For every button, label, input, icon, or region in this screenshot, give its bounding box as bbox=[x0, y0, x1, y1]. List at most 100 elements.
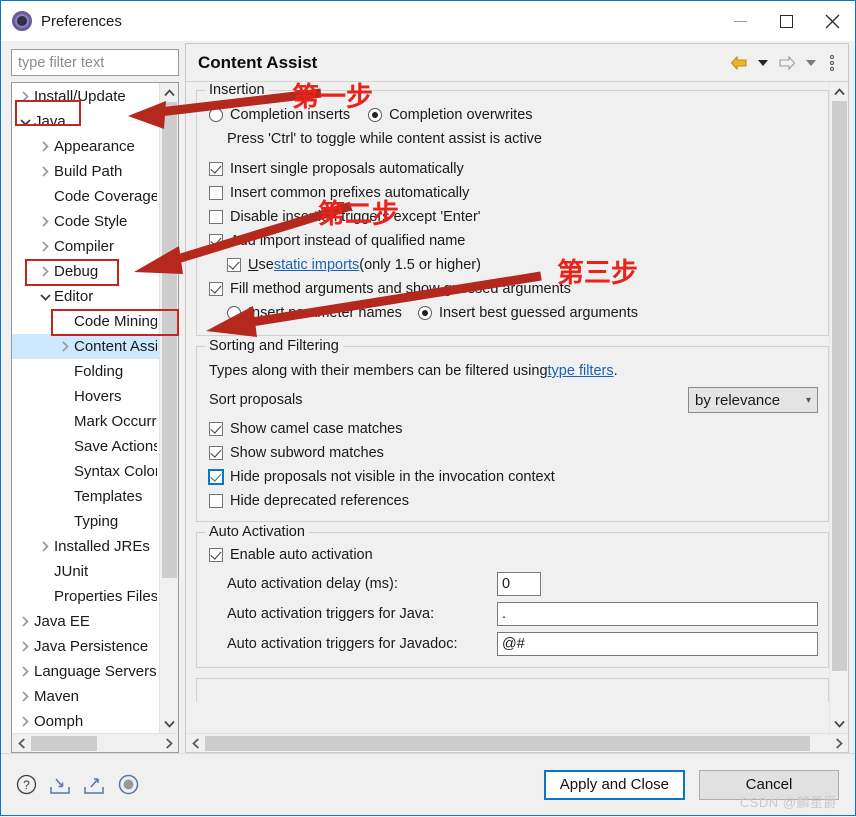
scroll-up-icon[interactable] bbox=[830, 82, 849, 101]
scroll-up-icon[interactable] bbox=[160, 83, 179, 102]
insert-single-proposals-checkbox[interactable] bbox=[209, 162, 223, 176]
help-icon[interactable]: ? bbox=[15, 774, 37, 796]
scroll-right-icon[interactable] bbox=[829, 734, 848, 753]
scroll-right-icon[interactable] bbox=[159, 734, 178, 753]
tree-item-debug[interactable]: Debug bbox=[12, 259, 159, 284]
tree-item-editor[interactable]: Editor bbox=[12, 284, 159, 309]
chevron-right-icon[interactable] bbox=[36, 141, 54, 152]
tree-item-compiler[interactable]: Compiler bbox=[12, 234, 159, 259]
close-icon[interactable] bbox=[809, 1, 855, 41]
view-menu-icon[interactable] bbox=[824, 50, 840, 76]
tree-item-java-persistence[interactable]: Java Persistence bbox=[12, 634, 159, 659]
disable-insertion-triggers-label: Disable insertion triggers except 'Enter… bbox=[230, 209, 481, 225]
tree-item-label: Appearance bbox=[54, 138, 135, 155]
javadoc-triggers-input[interactable]: @# bbox=[497, 632, 818, 656]
use-static-imports-checkbox[interactable] bbox=[227, 258, 241, 272]
back-arrow-icon[interactable] bbox=[728, 50, 750, 76]
maximize-icon[interactable] bbox=[763, 1, 809, 41]
insert-common-prefixes-checkbox[interactable] bbox=[209, 186, 223, 200]
page-vertical-scrollbar[interactable] bbox=[829, 82, 848, 733]
tree-item-folding[interactable]: Folding bbox=[12, 359, 159, 384]
apply-and-close-button[interactable]: Apply and Close bbox=[543, 769, 685, 800]
ctrl-toggle-hint: Press 'Ctrl' to toggle while content ass… bbox=[227, 131, 542, 147]
right-pane: Content Assist Insertion Completion inse… bbox=[185, 43, 855, 753]
tree-item-content-assist[interactable]: Content Assist bbox=[12, 334, 159, 359]
add-import-checkbox[interactable] bbox=[209, 234, 223, 248]
export-icon[interactable] bbox=[83, 774, 105, 796]
tree-item-typing[interactable]: Typing bbox=[12, 509, 159, 534]
cancel-button[interactable]: Cancel bbox=[699, 769, 839, 800]
tree-item-syntax-coloring[interactable]: Syntax Coloring bbox=[12, 459, 159, 484]
chevron-right-icon[interactable] bbox=[16, 716, 34, 727]
scroll-left-icon[interactable] bbox=[186, 734, 205, 753]
chevron-right-icon[interactable] bbox=[36, 266, 54, 277]
tree-item-templates[interactable]: Templates bbox=[12, 484, 159, 509]
chevron-right-icon[interactable] bbox=[36, 541, 54, 552]
preferences-tree[interactable]: Install/Update Java Appearance Build Path Co… bbox=[12, 83, 159, 733]
tree-item-java[interactable]: Java bbox=[12, 109, 159, 134]
chevron-down-icon[interactable] bbox=[36, 293, 54, 301]
hide-deprecated-checkbox[interactable] bbox=[209, 494, 223, 508]
tree-item-code-style[interactable]: Code Style bbox=[12, 209, 159, 234]
tree-horizontal-scrollbar[interactable] bbox=[12, 733, 178, 752]
tree-item-hovers[interactable]: Hovers bbox=[12, 384, 159, 409]
page-horizontal-scrollbar[interactable] bbox=[186, 733, 848, 752]
scroll-down-icon[interactable] bbox=[830, 714, 849, 733]
chevron-right-icon[interactable] bbox=[16, 91, 34, 102]
sort-proposals-combo[interactable]: by relevance ▾ bbox=[688, 387, 818, 413]
sort-proposals-value: by relevance bbox=[695, 391, 781, 409]
chevron-right-icon[interactable] bbox=[16, 641, 34, 652]
back-menu-chevron-down-icon[interactable] bbox=[752, 50, 774, 76]
tree-scroll-thumb[interactable] bbox=[161, 102, 177, 578]
type-filters-link[interactable]: type filters bbox=[548, 363, 614, 379]
tree-item-install-update[interactable]: Install/Update bbox=[12, 84, 159, 109]
minimize-icon[interactable] bbox=[717, 1, 763, 41]
tree-item-build-path[interactable]: Build Path bbox=[12, 159, 159, 184]
filter-input[interactable]: type filter text bbox=[11, 49, 179, 76]
chevron-right-icon[interactable] bbox=[36, 241, 54, 252]
hide-not-visible-checkbox[interactable] bbox=[209, 470, 223, 484]
forward-arrow-icon[interactable] bbox=[776, 50, 798, 76]
tree-hscroll-thumb[interactable] bbox=[31, 735, 97, 751]
tree-vertical-scrollbar[interactable] bbox=[159, 83, 178, 733]
completion-overwrites-radio[interactable] bbox=[368, 108, 383, 122]
completion-inserts-radio[interactable] bbox=[209, 108, 223, 122]
insert-best-guessed-radio[interactable] bbox=[417, 306, 432, 320]
auto-activation-delay-input[interactable]: 0 bbox=[497, 572, 541, 596]
tree-item-save-actions[interactable]: Save Actions bbox=[12, 434, 159, 459]
insert-parameter-names-radio[interactable] bbox=[227, 306, 241, 320]
tree-item-appearance[interactable]: Appearance bbox=[12, 134, 159, 159]
disable-insertion-triggers-checkbox[interactable] bbox=[209, 210, 223, 224]
static-imports-link[interactable]: static imports bbox=[274, 257, 359, 273]
scroll-left-icon[interactable] bbox=[12, 734, 31, 753]
page-hscroll-thumb[interactable] bbox=[205, 735, 810, 751]
fill-method-arguments-checkbox[interactable] bbox=[209, 282, 223, 296]
restore-defaults-icon[interactable] bbox=[117, 774, 139, 796]
tree-item-code-coverage[interactable]: Code Coverage bbox=[12, 184, 159, 209]
tree-item-language-servers[interactable]: Language Servers bbox=[12, 659, 159, 684]
chevron-right-icon[interactable] bbox=[36, 216, 54, 227]
tree-item-installed-jres[interactable]: Installed JREs bbox=[12, 534, 159, 559]
chevron-right-icon[interactable] bbox=[56, 341, 74, 352]
java-triggers-input[interactable]: . bbox=[497, 602, 818, 626]
page-scroll-thumb[interactable] bbox=[831, 101, 847, 671]
tree-item-properties-files-editor[interactable]: Properties Files Editor bbox=[12, 584, 159, 609]
show-subword-checkbox[interactable] bbox=[209, 446, 223, 460]
tree-item-maven[interactable]: Maven bbox=[12, 684, 159, 709]
chevron-right-icon[interactable] bbox=[16, 616, 34, 627]
tree-item-mark-occurrences[interactable]: Mark Occurrences bbox=[12, 409, 159, 434]
tree-item-oomph[interactable]: Oomph bbox=[12, 709, 159, 733]
chevron-down-icon[interactable] bbox=[16, 118, 34, 126]
tree-item-code-mining[interactable]: Code Mining bbox=[12, 309, 159, 334]
tree-item-java-ee[interactable]: Java EE bbox=[12, 609, 159, 634]
show-camel-case-checkbox[interactable] bbox=[209, 422, 223, 436]
import-icon[interactable] bbox=[49, 774, 71, 796]
type-filters-description-prefix: Types along with their members can be fi… bbox=[209, 363, 548, 379]
forward-menu-chevron-down-icon[interactable] bbox=[800, 50, 822, 76]
tree-item-junit[interactable]: JUnit bbox=[12, 559, 159, 584]
scroll-down-icon[interactable] bbox=[160, 714, 179, 733]
chevron-right-icon[interactable] bbox=[16, 666, 34, 677]
chevron-right-icon[interactable] bbox=[16, 691, 34, 702]
enable-auto-activation-checkbox[interactable] bbox=[209, 548, 223, 562]
chevron-right-icon[interactable] bbox=[36, 166, 54, 177]
